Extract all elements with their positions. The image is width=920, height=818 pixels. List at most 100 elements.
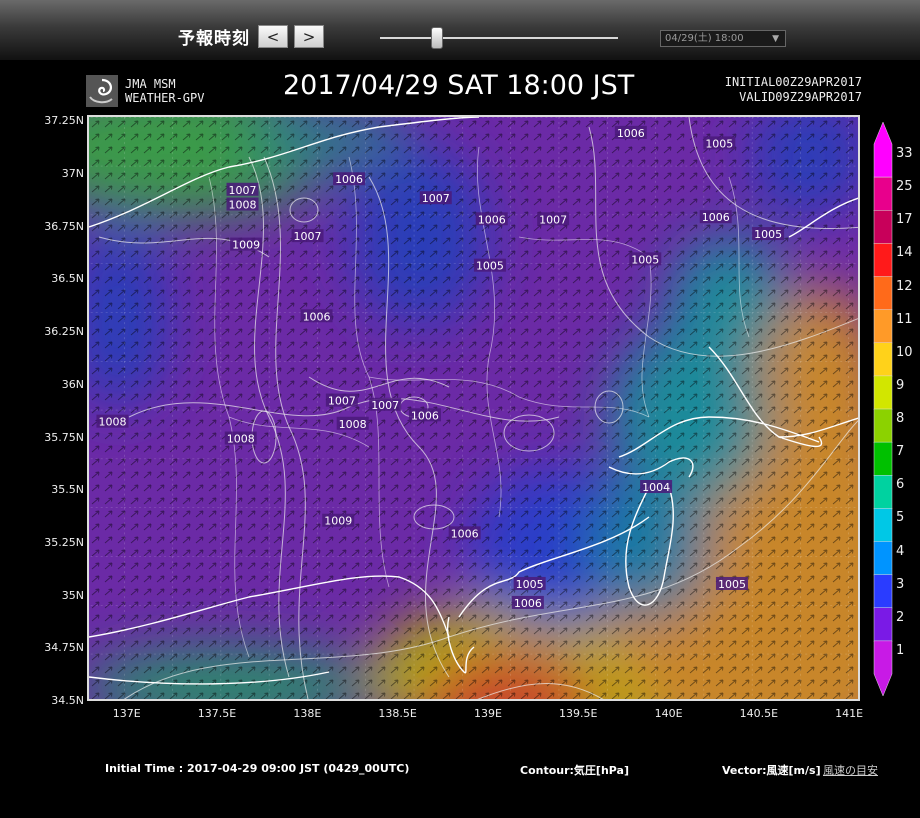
time-slider-track[interactable] — [380, 37, 618, 39]
vector-legend: Vector:風速[m/s] — [722, 764, 821, 777]
colorbar-cell — [873, 541, 893, 576]
svg-text:1005: 1005 — [718, 578, 746, 591]
isobar-pressure-label: 1004 — [640, 479, 673, 494]
isobar-pressure-label: 1007 — [537, 212, 570, 226]
colorbar-cells — [873, 122, 893, 696]
svg-text:1004: 1004 — [642, 481, 670, 494]
isobar-pressure-label: 1005 — [629, 252, 662, 266]
isobar-pressure-label: 1005 — [752, 227, 785, 241]
weather-map-canvas: 1006 1005 1007 1006 1008 1007 1006 1007 1006 1009… — [89, 117, 858, 699]
longitude-label: 139E — [473, 707, 502, 720]
svg-text:1006: 1006 — [617, 127, 645, 140]
wind-speed-guide-link[interactable]: 風速の目安 — [823, 762, 878, 778]
valid-time-code: VALID09Z29APR2017 — [739, 90, 862, 104]
svg-text:1007: 1007 — [328, 395, 356, 408]
colorbar-cell — [873, 276, 893, 311]
colorbar-cell — [873, 210, 893, 245]
colorbar-label: 6 — [896, 477, 905, 493]
colorbar-cell — [873, 375, 893, 410]
latitude-label: 36.75N — [44, 219, 84, 233]
isobar-pressure-label: 1007 — [369, 397, 402, 412]
latitude-label: 35.75N — [44, 430, 84, 444]
longitude-label: 137E — [112, 707, 141, 720]
isobar-pressure-label: 1008 — [336, 416, 369, 431]
latitude-label: 34.5N — [51, 694, 84, 707]
svg-text:1007: 1007 — [422, 192, 450, 205]
isobar-pressure-label: 1006 — [614, 125, 647, 140]
colorbar-cell — [873, 309, 893, 344]
colorbar-cell — [873, 342, 893, 377]
lat-lon-grid — [89, 117, 858, 699]
forecast-time-select[interactable]: 04/29(土) 18:00 ▼ — [660, 30, 786, 47]
svg-text:1007: 1007 — [229, 184, 257, 197]
colorbar-label: 5 — [896, 510, 905, 526]
svg-text:1007: 1007 — [539, 213, 567, 226]
colorbar-label: 2 — [896, 609, 905, 625]
svg-text:1009: 1009 — [232, 239, 260, 252]
svg-text:1005: 1005 — [705, 137, 733, 150]
colorbar-cell — [873, 441, 893, 476]
isobar-pressure-label: 1005 — [513, 576, 546, 591]
isobar-pressure-label: 1006 — [511, 595, 544, 610]
colorbar-label: 1 — [896, 642, 905, 658]
isobar-pressure-label: 1007 — [291, 229, 324, 243]
colorbar-label: 17 — [896, 212, 913, 228]
colorbar-cell — [873, 475, 893, 510]
wind-speed-colorbar — [873, 122, 893, 696]
svg-text:1009: 1009 — [324, 515, 352, 528]
isobar-pressure-label: 1006 — [300, 309, 333, 323]
initial-time-footer: Initial Time : 2017-04-29 09:00 JST (042… — [105, 762, 410, 775]
colorbar-cell — [873, 574, 893, 609]
colorbar-cell — [873, 640, 893, 696]
colorbar-label: 8 — [896, 411, 905, 426]
toolbar: 予報時刻 < > 04/29(土) 18:00 ▼ — [0, 0, 920, 60]
svg-text:1005: 1005 — [754, 228, 782, 241]
latitude-label: 34.75N — [44, 641, 84, 655]
colorbar-cell — [873, 408, 893, 443]
run-info: INITIAL00Z29APR2017 VALID09Z29APR2017 — [700, 75, 862, 105]
svg-text:1005: 1005 — [516, 578, 544, 591]
next-time-button[interactable]: > — [294, 25, 324, 48]
weather-map: 1006 1005 1007 1006 1008 1007 1006 1007 1006 1009… — [87, 115, 860, 701]
isobar-pressure-label: 1006 — [448, 526, 481, 540]
svg-text:1006: 1006 — [303, 310, 331, 323]
isobar-pressure-label: 1006 — [333, 172, 366, 186]
isobar-pressure-label: 1007 — [325, 393, 358, 408]
jma-logo-icon — [86, 75, 118, 107]
longitude-label: 140.5E — [739, 707, 779, 720]
colorbar-cell — [873, 243, 893, 278]
colorbar-cell — [873, 607, 893, 642]
colorbar-cell — [873, 508, 893, 543]
isobar-pressure-label: 1006 — [699, 210, 732, 224]
latitude-label: 37N — [61, 167, 84, 181]
svg-text:1006: 1006 — [514, 597, 542, 610]
colorbar-cell — [873, 122, 893, 178]
svg-text:1008: 1008 — [227, 433, 255, 446]
previous-time-button[interactable]: < — [258, 25, 288, 48]
colorbar-label: 11 — [896, 311, 913, 327]
colorbar-label: 14 — [896, 245, 913, 261]
initial-time-code: INITIAL00Z29APR2017 — [724, 75, 862, 89]
dropdown-arrow-icon: ▼ — [772, 34, 779, 44]
model-name: JMA MSM WEATHER-GPV — [125, 77, 204, 105]
contour-legend: Contour:気圧[hPa] — [520, 764, 630, 777]
svg-text:1008: 1008 — [98, 416, 126, 429]
svg-text:1007: 1007 — [294, 230, 322, 243]
latitude-label: 36.5N — [51, 272, 84, 286]
svg-text:1005: 1005 — [631, 253, 659, 266]
colorbar-label: 4 — [896, 543, 905, 559]
time-slider-thumb[interactable] — [431, 27, 444, 49]
longitude-label: 138.5E — [378, 707, 417, 720]
longitude-label: 138E — [293, 707, 322, 720]
latitude-label: 37.25N — [44, 114, 84, 128]
isobar-pressure-label: 1006 — [475, 212, 508, 226]
isobar-pressure-label: 1006 — [408, 408, 441, 422]
svg-text:1007: 1007 — [371, 399, 399, 412]
latitude-label: 36N — [61, 377, 84, 391]
forecast-time-select-value: 04/29(土) 18:00 — [665, 33, 744, 44]
longitude-label: 140E — [654, 707, 683, 720]
map-title: 2017/04/29 SAT 18:00 JST — [283, 70, 635, 101]
colorbar-cell — [873, 176, 893, 211]
longitude-label: 139.5E — [559, 707, 598, 720]
isobar-pressure-label: 1007 — [226, 182, 259, 197]
